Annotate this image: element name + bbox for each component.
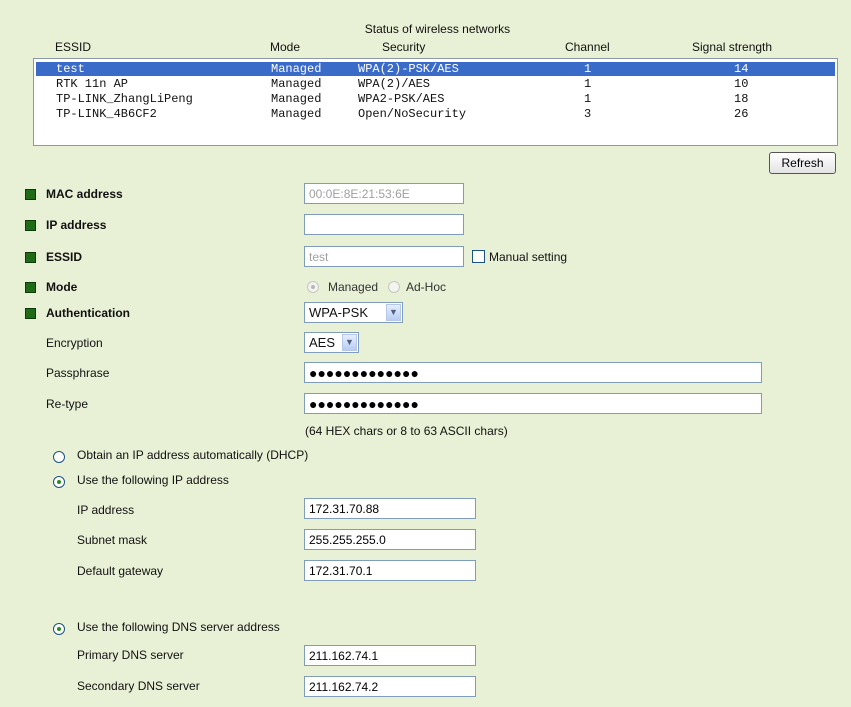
network-mode: Managed: [271, 62, 322, 76]
authentication-value: WPA-PSK: [309, 305, 368, 320]
section-bullet-icon: [25, 308, 36, 319]
network-mode: Managed: [271, 92, 322, 106]
ip-address-label: IP address: [46, 218, 107, 232]
static-dns-label: Use the following DNS server address: [77, 620, 280, 634]
column-header-channel: Channel: [565, 40, 610, 54]
network-signal: 26: [734, 107, 749, 121]
passphrase-hint: (64 HEX chars or 8 to 63 ASCII chars): [305, 424, 508, 438]
network-security: Open/NoSecurity: [358, 107, 467, 121]
static-ip-radio[interactable]: [53, 476, 65, 488]
retype-field[interactable]: [304, 393, 762, 414]
authentication-label: Authentication: [46, 306, 130, 320]
network-list[interactable]: test Managed WPA(2)-PSK/AES 1 14 RTK 11n…: [33, 58, 838, 146]
passphrase-field[interactable]: [304, 362, 762, 383]
passphrase-label: Passphrase: [46, 366, 110, 380]
network-essid: RTK 11n AP: [56, 77, 129, 91]
network-mode: Managed: [271, 107, 322, 121]
network-channel: 1: [584, 62, 592, 76]
static-ip-address-field[interactable]: [304, 498, 476, 519]
mac-address-field[interactable]: [304, 183, 464, 204]
mode-managed-label: Managed: [328, 280, 379, 294]
encryption-value: AES: [309, 335, 336, 350]
network-essid: TP-LINK_ZhangLiPeng: [56, 92, 193, 106]
secondary-dns-label: Secondary DNS server: [77, 679, 200, 693]
column-header-mode: Mode: [270, 40, 301, 54]
column-header-essid: ESSID: [55, 40, 92, 54]
network-row[interactable]: TP-LINK_ZhangLiPeng Managed WPA2-PSK/AES…: [36, 92, 835, 106]
encryption-label: Encryption: [46, 336, 103, 350]
chevron-down-icon[interactable]: ▼: [386, 304, 401, 321]
network-row[interactable]: RTK 11n AP Managed WPA(2)/AES 1 10: [36, 77, 835, 91]
network-signal: 14: [734, 62, 749, 76]
network-signal: 10: [734, 77, 749, 91]
mode-adhoc-radio[interactable]: [388, 281, 400, 293]
network-security: WPA2-PSK/AES: [358, 92, 445, 106]
radio-dot-icon: [311, 285, 315, 289]
network-essid: test: [56, 62, 85, 76]
encryption-select[interactable]: AES ▼: [304, 332, 359, 353]
subnet-mask-field[interactable]: [304, 529, 476, 550]
retype-label: Re-type: [46, 397, 89, 411]
ip-address-field[interactable]: [304, 214, 464, 235]
network-channel: 1: [584, 77, 592, 91]
radio-dot-icon: [57, 627, 61, 631]
network-essid: TP-LINK_4B6CF2: [56, 107, 157, 121]
secondary-dns-field[interactable]: [304, 676, 476, 697]
primary-dns-field[interactable]: [304, 645, 476, 666]
network-channel: 3: [584, 107, 592, 121]
subnet-mask-label: Subnet mask: [77, 533, 148, 547]
default-gateway-field[interactable]: [304, 560, 476, 581]
network-security: WPA(2)/AES: [358, 77, 431, 91]
mode-adhoc-label: Ad-Hoc: [406, 280, 447, 294]
section-bullet-icon: [25, 220, 36, 231]
mode-managed-radio[interactable]: [307, 281, 319, 293]
network-mode: Managed: [271, 77, 322, 91]
dhcp-radio[interactable]: [53, 451, 65, 463]
manual-setting-label: Manual setting: [489, 250, 568, 264]
section-bullet-icon: [25, 189, 36, 200]
radio-dot-icon: [57, 480, 61, 484]
authentication-select[interactable]: WPA-PSK ▼: [304, 302, 403, 323]
network-security: WPA(2)-PSK/AES: [358, 62, 459, 76]
refresh-button[interactable]: Refresh: [769, 152, 836, 174]
network-signal: 18: [734, 92, 749, 106]
network-row[interactable]: test Managed WPA(2)-PSK/AES 1 14: [36, 62, 835, 76]
default-gateway-label: Default gateway: [77, 564, 164, 578]
primary-dns-label: Primary DNS server: [77, 648, 184, 662]
networks-title: Status of wireless networks: [364, 22, 511, 36]
essid-field[interactable]: [304, 246, 464, 267]
column-header-security: Security: [382, 40, 426, 54]
network-channel: 1: [584, 92, 592, 106]
column-header-signal: Signal strength: [692, 40, 773, 54]
essid-label: ESSID: [46, 250, 83, 264]
dhcp-label: Obtain an IP address automatically (DHCP…: [77, 448, 309, 462]
manual-setting-checkbox[interactable]: [472, 250, 485, 263]
static-dns-radio[interactable]: [53, 623, 65, 635]
static-ip-label: Use the following IP address: [77, 473, 229, 487]
mac-address-label: MAC address: [46, 187, 123, 201]
mode-label: Mode: [46, 280, 78, 294]
section-bullet-icon: [25, 252, 36, 263]
static-ip-address-label: IP address: [77, 503, 135, 517]
network-row[interactable]: TP-LINK_4B6CF2 Managed Open/NoSecurity 3…: [36, 107, 835, 121]
section-bullet-icon: [25, 282, 36, 293]
chevron-down-icon[interactable]: ▼: [342, 334, 357, 351]
